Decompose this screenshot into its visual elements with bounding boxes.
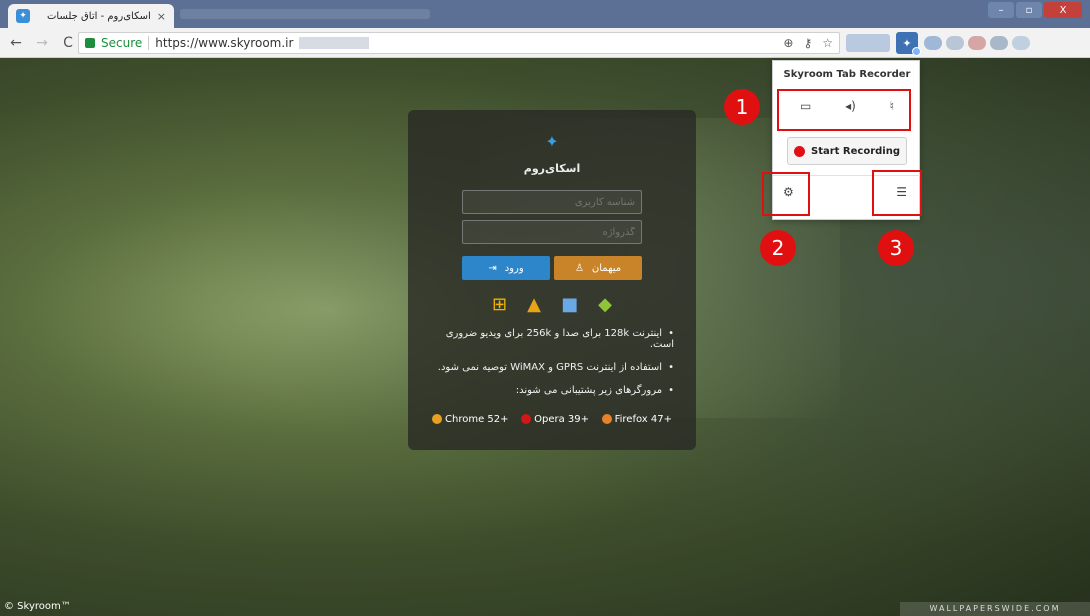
extensions-area: ✦ (846, 31, 1090, 56)
annotation-number-2: 2 (760, 230, 796, 266)
blurred-extension (846, 34, 890, 52)
guest-label: میهمان (591, 262, 622, 274)
password-field[interactable] (462, 220, 642, 244)
back-button[interactable]: ← (6, 35, 26, 51)
browser-toolbar: ← → C Secure https://www.skyroom.ir ⊕ ⚷ … (0, 28, 1090, 58)
address-bar-icons: ⊕ ⚷ ☆ (783, 36, 833, 50)
url-text[interactable]: https://www.skyroom.ir (155, 36, 293, 50)
wallpaper-watermark: WALLPAPERSWIDE.COM (900, 602, 1090, 616)
forward-button[interactable]: → (32, 35, 52, 51)
android-icon: ◆ (598, 294, 612, 315)
copyright-text: © Skyroom™ (4, 601, 71, 612)
note-item: اینترنت 128k برای صدا و 256k برای ویدیو … (428, 328, 674, 350)
note-item: مرورگرهای زیر پشتیبانی می شوند: (428, 385, 674, 396)
platform-icons: ⊞ ▲ ■ ◆ (492, 294, 612, 315)
linux-icon: ▲ (527, 294, 541, 315)
reload-button[interactable]: C (58, 35, 78, 51)
record-dot-icon (794, 145, 805, 157)
supported-browsers: Chrome 52+ Opera 39+ Firefox 47+ (432, 414, 672, 425)
browser-firefox: Firefox 47+ (601, 414, 672, 425)
annotation-box-2 (762, 172, 810, 216)
secure-label: Secure (101, 36, 143, 50)
username-field[interactable] (462, 190, 642, 214)
minimize-button[interactable]: – (988, 2, 1014, 18)
annotation-number-3: 3 (878, 230, 914, 266)
blurred-tabs (180, 9, 430, 19)
firefox-icon (601, 414, 612, 424)
skyroom-favicon-icon: ✦ (16, 9, 30, 23)
popup-title: Skyroom Tab Recorder (783, 69, 911, 80)
annotation-box-1 (777, 89, 911, 131)
login-card: ✦ اسکای‌روم ورود ⇥ میهمان ♙ ⊞ ▲ ■ ◆ اینت… (408, 110, 696, 450)
window-controls: – ▫ X (988, 2, 1082, 18)
window-close-button[interactable]: X (1044, 2, 1082, 18)
opera-icon (521, 414, 532, 424)
extension-badge (912, 47, 921, 56)
skyroom-extension-icon[interactable]: ✦ (896, 32, 921, 56)
other-extensions (924, 36, 1030, 50)
login-button[interactable]: ورود ⇥ (462, 256, 550, 280)
browser-tab[interactable]: ✦ اسکای‌روم - اتاق جلسات × (8, 4, 174, 28)
mac-icon: ■ (561, 294, 579, 315)
chrome-icon (432, 414, 442, 424)
address-separator (148, 36, 150, 50)
login-icon: ⇥ (488, 262, 497, 274)
login-label: ورود (504, 262, 524, 274)
annotation-box-3 (872, 170, 922, 216)
key-icon[interactable]: ⚷ (803, 36, 812, 50)
tab-close-button[interactable]: × (157, 10, 166, 23)
zoom-icon[interactable]: ⊕ (783, 36, 793, 50)
maximize-button[interactable]: ▫ (1016, 2, 1042, 18)
skyroom-logo-icon: ✦ (545, 132, 559, 151)
star-icon[interactable]: ☆ (822, 36, 833, 50)
annotation-number-1: 1 (724, 89, 760, 125)
browser-chrome: Chrome 52+ (432, 414, 509, 425)
user-icon: ♙ (574, 262, 584, 274)
guest-button[interactable]: میهمان ♙ (554, 256, 642, 280)
note-item: استفاده از اینترنت GPRS و WiMAX توصیه نم… (428, 362, 674, 373)
brand-name: اسکای‌روم (523, 162, 581, 175)
address-bar[interactable]: Secure https://www.skyroom.ir ⊕ ⚷ ☆ (78, 32, 840, 54)
requirements-list: اینترنت 128k برای صدا و 256k برای ویدیو … (428, 328, 674, 408)
title-bar: ✦ ✦ اسکای‌روم - اتاق جلسات × – ▫ X (0, 0, 1090, 28)
start-recording-label: Start Recording (811, 145, 900, 157)
windows-icon: ⊞ (492, 294, 508, 315)
redacted-url-part (299, 37, 370, 49)
start-recording-button[interactable]: Start Recording (787, 137, 907, 165)
lock-icon (85, 38, 95, 48)
tab-title: اسکای‌روم - اتاق جلسات (46, 10, 151, 22)
browser-opera: Opera 39+ (521, 414, 589, 425)
